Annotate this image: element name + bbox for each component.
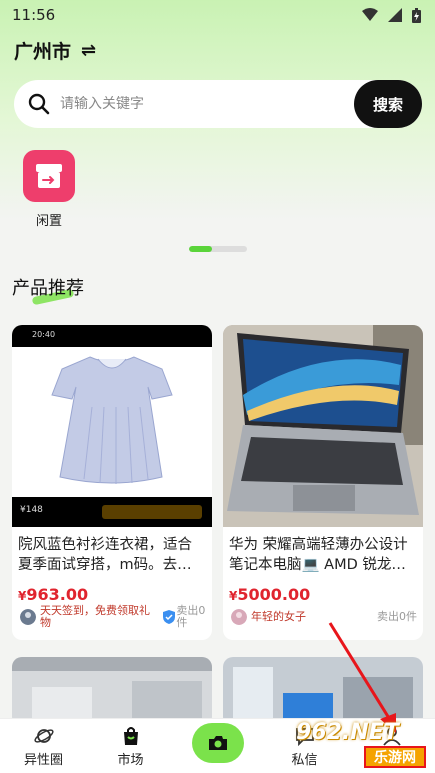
carousel-indicator-fill xyxy=(189,246,213,252)
price-value: 963.00 xyxy=(26,585,89,604)
product-image: 20:40 ¥148 xyxy=(12,325,212,527)
image-status-overlay: 20:40 xyxy=(12,325,212,343)
watermark-top: 962.NET xyxy=(296,720,399,745)
status-icons xyxy=(362,7,421,23)
watermark-bottom: 乐游网 xyxy=(364,746,426,768)
category-item-idle[interactable]: 闲置 xyxy=(22,150,76,229)
planet-icon xyxy=(33,728,54,743)
camera-icon xyxy=(208,736,227,750)
carousel-indicator xyxy=(189,246,247,252)
image-overlay-bar xyxy=(102,505,202,519)
battery-icon xyxy=(412,7,421,23)
status-bar: 11:56 xyxy=(0,0,435,30)
wifi-icon xyxy=(362,8,378,21)
nav-item-market[interactable]: 市场 xyxy=(101,725,161,768)
product-title: 院风蓝色衬衫连衣裙，适合夏季面试穿搭，m码。去… xyxy=(18,537,192,573)
signal-icon xyxy=(388,8,402,22)
price-value: 5000.00 xyxy=(237,585,311,604)
status-time: 11:56 xyxy=(12,6,56,24)
sold-count: 卖出0件 xyxy=(176,604,206,629)
search-bar: 搜索 xyxy=(14,80,422,128)
camera-button[interactable] xyxy=(191,723,244,763)
nav-item-camera[interactable] xyxy=(188,723,248,763)
laptop-photo xyxy=(223,325,423,527)
product-footer: 天天签到，免费领取礼物 卖出0件 xyxy=(20,604,206,629)
city-name: 广州市 xyxy=(14,40,72,63)
watermark-logo: 962.NET 乐游网 xyxy=(296,720,430,770)
product-card[interactable] xyxy=(12,657,212,727)
image-overlay-time: 20:40 xyxy=(32,329,56,339)
section-title: 产品推荐 xyxy=(12,278,84,299)
product-price: ¥5000.00 xyxy=(229,585,417,604)
product-image xyxy=(12,657,212,727)
swap-icon: ⇌ xyxy=(81,39,97,61)
shield-icon xyxy=(163,610,176,624)
nav-label: 市场 xyxy=(117,752,144,768)
nav-label: 异性圈 xyxy=(23,752,63,768)
dress-photo xyxy=(12,347,212,497)
avatar xyxy=(20,609,36,625)
product-title: 华为 荣耀高端轻薄办公设计笔记本电脑💻 AMD 锐龙… xyxy=(229,537,408,573)
nav-item-circle[interactable]: 异性圈 xyxy=(14,725,74,768)
seller-name: 年轻的女子 xyxy=(251,610,306,623)
product-card[interactable]: 华为 荣耀高端轻薄办公设计笔记本电脑💻 AMD 锐龙… ¥5000.00 年轻的… xyxy=(223,325,423,640)
search-input[interactable] xyxy=(60,96,354,112)
search-button[interactable]: 搜索 xyxy=(354,80,422,128)
seller-name: 天天签到，免费领取礼物 xyxy=(40,604,150,629)
bag-icon xyxy=(123,726,138,745)
box-arrow-icon xyxy=(23,150,75,202)
product-card[interactable]: 20:40 ¥148 院风蓝色衬衫连衣裙，适合夏季面试穿搭，m码。去… ¥963… xyxy=(12,325,212,640)
category-label: 闲置 xyxy=(35,214,62,229)
product-price: ¥963.00 xyxy=(18,585,206,604)
location-selector[interactable]: 广州市 ⇌ xyxy=(14,36,96,64)
product-image xyxy=(223,325,423,527)
image-overlay-price: ¥148 xyxy=(20,505,43,515)
search-icon xyxy=(28,93,50,115)
avatar xyxy=(231,609,247,625)
